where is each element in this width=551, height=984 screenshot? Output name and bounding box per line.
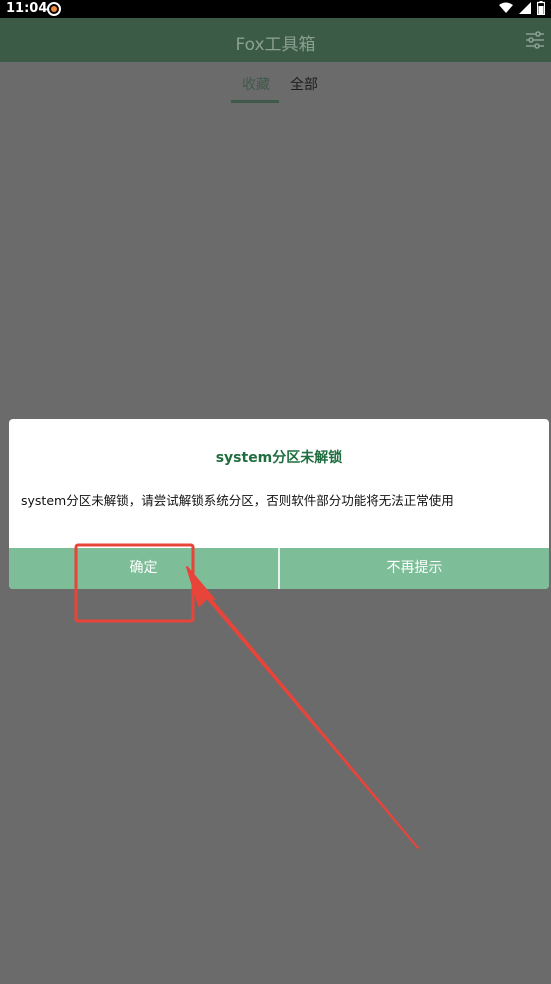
tab-favorites[interactable]: 收藏 [242, 74, 270, 94]
status-icons [499, 1, 545, 15]
battery-icon [537, 1, 545, 15]
tab-selected-indicator [231, 100, 279, 103]
status-time: 11:04 [6, 1, 48, 16]
filter-settings-icon[interactable] [525, 30, 545, 50]
app-bar: Fox工具箱 [0, 18, 551, 62]
dont-remind-button[interactable]: 不再提示 [280, 548, 549, 589]
cellular-icon [519, 2, 531, 14]
app-title: Fox工具箱 [235, 35, 316, 55]
arrow [186, 566, 419, 849]
dialog-message: system分区未解锁，请尝试解锁系统分区，否则软件部分功能将无法正常使用 [21, 493, 454, 508]
status-bar: 11:04 [0, 0, 551, 18]
dialog-title: system分区未解锁 [215, 450, 343, 466]
tab-bar: 收藏 全部 [0, 62, 551, 104]
tab-all[interactable]: 全部 [290, 74, 318, 94]
unlock-warning-dialog: system分区未解锁 system分区未解锁，请尝试解锁系统分区，否则软件部分… [9, 419, 549, 589]
wifi-icon [499, 2, 513, 13]
confirm-button[interactable]: 确定 [9, 548, 278, 589]
sync-icon [47, 2, 61, 16]
dialog-button-bar: 确定 不再提示 [9, 548, 549, 589]
